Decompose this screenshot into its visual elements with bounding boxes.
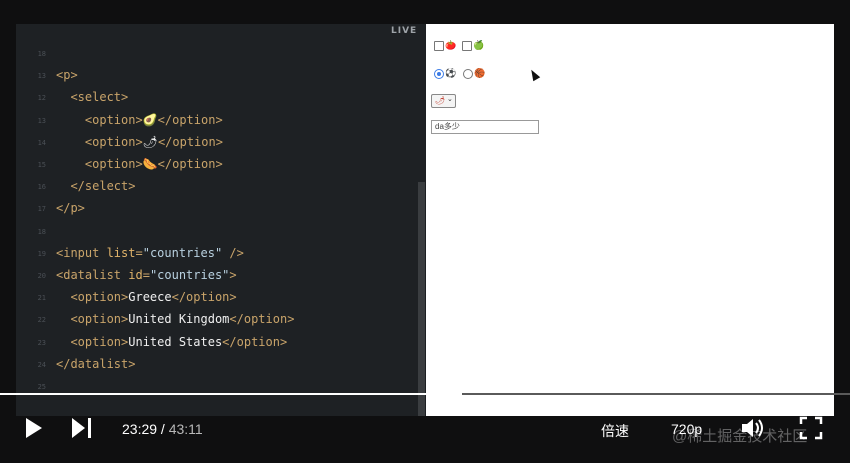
mouse-cursor-icon: [527, 67, 541, 82]
code-token: <datalist: [56, 268, 129, 282]
radio-2[interactable]: [463, 69, 473, 79]
line-number: 13: [37, 72, 46, 81]
code-token: Greece: [128, 290, 172, 305]
code-token: 🌶: [142, 134, 158, 149]
line-number: 14: [37, 138, 46, 147]
speed-button[interactable]: 倍速: [601, 421, 629, 441]
basketball-icon: 🏀: [474, 68, 486, 78]
watermark: @稀土掘金技术社区: [672, 428, 808, 445]
code-token: </datalist>: [56, 356, 136, 371]
code-token: 🌭: [142, 157, 158, 171]
apple-icon: 🍏: [473, 40, 485, 50]
code-token: United Kingdom: [128, 312, 230, 327]
code-token: =: [135, 245, 143, 260]
code-token: "countries": [149, 268, 230, 282]
code-token: <option>: [70, 312, 129, 327]
checkbox-2[interactable]: [462, 41, 472, 51]
code-line[interactable]: <option>Greece</option>: [56, 290, 237, 305]
code-line[interactable]: <input list="countries" />: [56, 246, 244, 260]
code-token: <option>: [70, 334, 129, 349]
code-token: United States: [128, 334, 223, 349]
time-separator: /: [157, 421, 169, 437]
code-line[interactable]: <datalist id="countries">: [56, 268, 237, 282]
code-token: <option>: [70, 290, 129, 305]
play-icon[interactable]: [24, 417, 44, 439]
line-number: 22: [37, 316, 46, 325]
code-token: <option>: [84, 134, 143, 149]
live-label: LIVE: [391, 26, 418, 36]
time-display: 23:29 / 43:11: [122, 421, 203, 437]
code-token: </option>: [222, 334, 288, 349]
soccer-ball-icon: ⚽: [445, 68, 457, 78]
video-player[interactable]: 18 13 12 13 14 15 16 17 18 19 20 21 22 23 24 25 <p> <se…: [0, 0, 850, 463]
code-token: </p>: [56, 201, 85, 216]
code-token: <input: [56, 245, 107, 260]
line-number: 13: [37, 116, 46, 125]
code-token: >: [229, 268, 237, 282]
code-token: </option>: [157, 112, 223, 127]
code-line[interactable]: <option>🌶</option>: [56, 135, 223, 149]
line-number: 17: [37, 205, 46, 214]
code-token: 🥑: [142, 112, 158, 127]
code-line[interactable]: </p>: [56, 201, 85, 215]
line-number: 24: [37, 360, 46, 369]
code-line[interactable]: <option>United States</option>: [56, 335, 287, 349]
code-token: =: [142, 268, 150, 282]
code-token: "countries": [142, 245, 223, 260]
progress-bar[interactable]: [0, 393, 850, 395]
code-token: />: [222, 245, 244, 260]
emoji-select[interactable]: 🌶 ⌄: [431, 94, 456, 108]
code-token: </option>: [171, 290, 237, 305]
editor-scrollbar[interactable]: [418, 182, 425, 416]
code-token: </option>: [157, 134, 223, 149]
pepper-icon: 🌶: [435, 96, 446, 105]
code-line[interactable]: <select>: [56, 90, 128, 104]
code-line[interactable]: <option>🥑</option>: [56, 113, 223, 127]
radio-1[interactable]: [434, 69, 444, 79]
line-number: 12: [37, 94, 46, 103]
current-time: 23:29: [122, 421, 158, 437]
live-preview: 🍅 🍏 ⚽ 🏀 🌶 ⌄ da多少: [426, 24, 834, 416]
line-number-gutter: 18 13 12 13 14 15 16 17 18 19 20 21 22 23 24 25: [16, 24, 50, 416]
code-token: <option>: [84, 112, 143, 127]
line-number: 23: [37, 338, 46, 347]
code-line[interactable]: <option>🌭</option>: [56, 157, 223, 171]
line-number: 18: [37, 227, 46, 236]
code-line[interactable]: <p>: [56, 68, 78, 82]
code-line[interactable]: </datalist>: [56, 357, 135, 371]
code-line[interactable]: <option>United Kingdom</option>: [56, 312, 294, 326]
code-token: list: [106, 245, 136, 260]
code-token: <select>: [70, 90, 129, 105]
line-number: 15: [37, 161, 46, 169]
duration: 43:11: [168, 421, 203, 437]
chevron-down-icon: ⌄: [447, 96, 453, 103]
code-line[interactable]: </select>: [56, 179, 135, 193]
video-frame[interactable]: 18 13 12 13 14 15 16 17 18 19 20 21 22 23 24 25 <p> <se…: [16, 24, 834, 416]
line-number: 25: [37, 383, 46, 391]
line-number: 18: [37, 50, 46, 58]
code-editor: 18 13 12 13 14 15 16 17 18 19 20 21 22 23 24 25 <p> <se…: [16, 24, 425, 416]
tomato-icon: 🍅: [445, 40, 457, 50]
progress-fill: [0, 393, 463, 395]
line-number: 20: [37, 272, 46, 280]
code-token: </select>: [70, 179, 136, 194]
next-icon[interactable]: [71, 417, 93, 439]
code-token: <p>: [56, 68, 78, 83]
code-token: </option>: [229, 312, 295, 327]
line-number: 21: [37, 294, 46, 303]
line-number: 16: [37, 183, 46, 192]
code-token: <option>: [84, 157, 143, 171]
checkbox-1[interactable]: [434, 41, 444, 51]
country-input[interactable]: da多少: [431, 120, 539, 134]
line-number: 19: [37, 249, 46, 258]
code-token: </option>: [157, 157, 223, 171]
code-token: id: [128, 268, 143, 282]
